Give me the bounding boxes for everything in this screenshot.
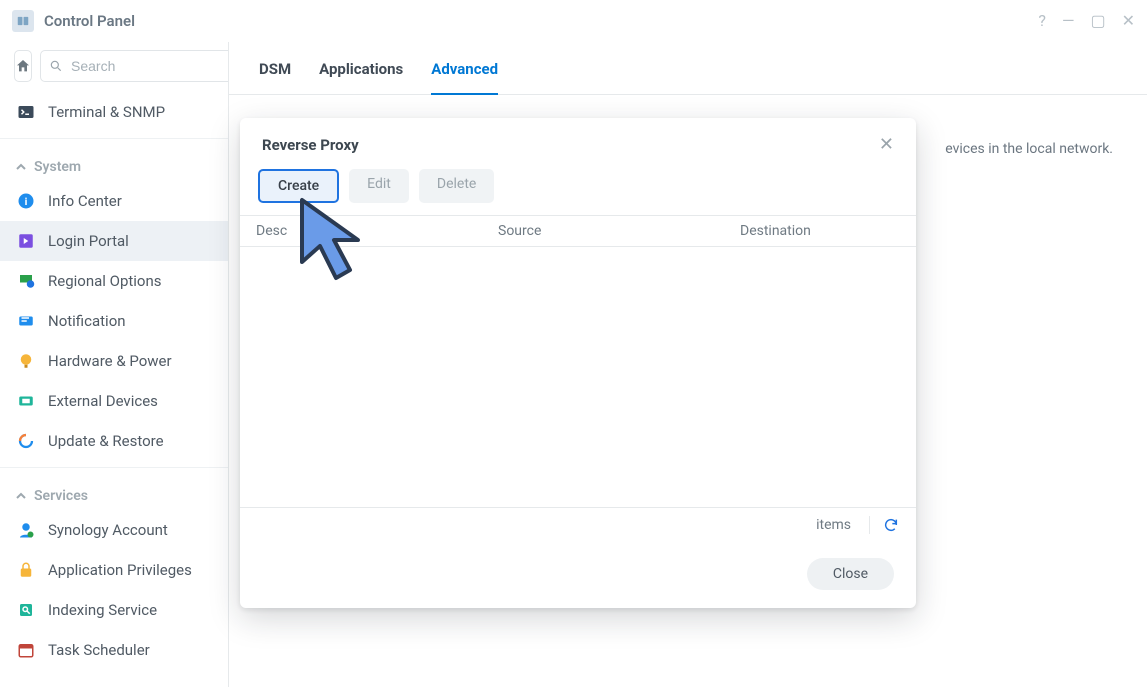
dialog-close-icon[interactable]: ✕ [879,134,894,155]
reverse-proxy-dialog: Reverse Proxy ✕ Create Edit Delete Desc … [240,118,916,608]
account-icon [16,520,36,540]
delete-button: Delete [419,169,494,203]
sidebar-item-notification[interactable]: Notification [0,301,228,341]
indexing-icon [16,600,36,620]
search-input[interactable] [69,57,229,75]
tabs: DSM Applications Advanced [229,42,1147,95]
tab-advanced[interactable]: Advanced [431,60,498,94]
devices-icon [16,391,36,411]
sidebar-item-label: Synology Account [48,521,168,539]
sidebar-item-application-privileges[interactable]: Application Privileges [0,550,228,590]
table-header: Desc Source Destination [240,215,916,247]
refresh-icon [883,517,899,533]
sidebar-item-label: Login Portal [48,232,129,250]
control-panel-window: Control Panel ? — ▢ ✕ Ter [0,0,1147,687]
lock-icon [16,560,36,580]
dialog-header: Reverse Proxy ✕ [240,118,916,163]
sidebar-item-external-devices[interactable]: External Devices [0,381,228,421]
close-button[interactable]: Close [807,558,894,590]
sidebar-item-label: Application Privileges [48,561,192,579]
sidebar-item-label: Update & Restore [48,432,164,450]
sidebar-item-info-center[interactable]: i Info Center [0,181,228,221]
items-label: items [816,517,851,533]
bulb-icon [16,351,36,371]
sidebar-item-terminal-snmp[interactable]: Terminal & SNMP [0,92,228,132]
sidebar-item-label: Task Scheduler [48,641,150,659]
sidebar-item-label: External Devices [48,392,158,410]
sidebar: Terminal & SNMP System i Info Center Log… [0,42,229,687]
divider [0,467,228,468]
close-window-icon[interactable]: ✕ [1122,13,1135,29]
sidebar-item-label: Info Center [48,192,122,210]
sidebar-item-task-scheduler[interactable]: Task Scheduler [0,630,228,670]
sidebar-section-services[interactable]: Services [0,474,228,510]
column-destination[interactable]: Destination [724,223,916,239]
dialog-toolbar: Create Edit Delete [240,163,916,215]
sidebar-section-system[interactable]: System [0,145,228,181]
sidebar-item-label: Indexing Service [48,601,157,619]
sidebar-item-login-portal[interactable]: Login Portal [0,221,228,261]
window-title: Control Panel [44,12,135,30]
refresh-button[interactable] [869,516,900,534]
sidebar-item-label: Hardware & Power [48,352,172,370]
calendar-icon [16,640,36,660]
table-body-empty [240,247,916,507]
minimize-icon[interactable]: — [1062,13,1075,29]
login-portal-icon [16,231,36,251]
sidebar-item-update-restore[interactable]: Update & Restore [0,421,228,461]
table-footer: items [240,507,916,542]
edit-button: Edit [349,169,409,203]
svg-text:i: i [25,195,28,208]
sidebar-item-hardware-power[interactable]: Hardware & Power [0,341,228,381]
terminal-icon [16,102,36,122]
sidebar-item-label: Notification [48,312,126,330]
maximize-icon[interactable]: ▢ [1090,13,1105,29]
search-input-wrapper[interactable] [40,50,229,82]
update-restore-icon [16,431,36,451]
chevron-up-icon [16,162,26,172]
sidebar-item-label: Terminal & SNMP [48,103,165,121]
chevron-up-icon [16,491,26,501]
help-icon[interactable]: ? [1038,13,1046,29]
dialog-footer: Close [240,542,916,608]
dialog-title: Reverse Proxy [262,136,359,154]
tab-applications[interactable]: Applications [319,60,403,94]
sidebar-item-indexing-service[interactable]: Indexing Service [0,590,228,630]
divider [0,138,228,139]
titlebar: Control Panel ? — ▢ ✕ [0,0,1147,42]
sidebar-item-regional-options[interactable]: Regional Options [0,261,228,301]
search-icon [49,59,63,73]
sidebar-item-label: Regional Options [48,272,162,290]
regional-icon [16,271,36,291]
column-description[interactable]: Desc [240,223,482,239]
notification-icon [16,311,36,331]
app-icon [12,10,34,32]
column-source[interactable]: Source [482,223,724,239]
info-icon: i [16,191,36,211]
window-controls: ? — ▢ ✕ [1038,13,1135,29]
home-button[interactable] [14,50,32,82]
sidebar-item-synology-account[interactable]: Synology Account [0,510,228,550]
tab-dsm[interactable]: DSM [259,60,291,94]
create-button[interactable]: Create [258,169,339,203]
